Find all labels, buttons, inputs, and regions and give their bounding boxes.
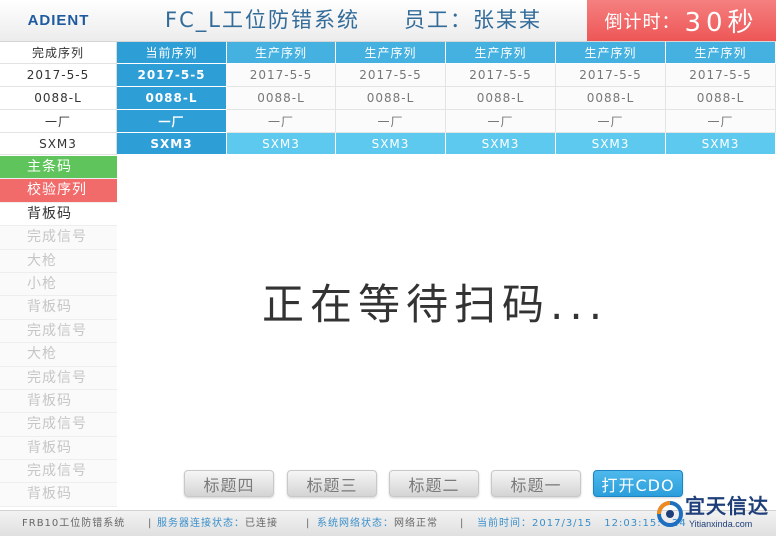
production-date-cell: 2017-5-5 bbox=[227, 64, 336, 87]
watermark-name: 宜天信达 bbox=[685, 494, 769, 518]
production-model-cell: SXM3 bbox=[446, 133, 556, 155]
production-sequence-header: 生产序列 bbox=[556, 42, 666, 64]
network-status-label: 系统网络状态： bbox=[317, 518, 394, 529]
production-date-cell: 2017-5-5 bbox=[336, 64, 446, 87]
current-date: 2017/3/15 bbox=[532, 518, 593, 529]
step-verify-sequence: 校验序列 bbox=[0, 179, 117, 203]
completed-part-cell: 0088-L bbox=[0, 87, 117, 110]
production-part-cell: 0088-L bbox=[336, 87, 446, 110]
production-plant-cell: 一厂 bbox=[556, 110, 666, 133]
footer-separator: | bbox=[306, 518, 311, 529]
current-model-cell: SXM3 bbox=[117, 133, 227, 155]
completed-model-cell: SXM3 bbox=[0, 133, 117, 155]
production-sequence-column-5: 生产序列 2017-5-5 0088-L 一厂 SXM3 bbox=[666, 42, 776, 155]
production-sequence-header: 生产序列 bbox=[336, 42, 446, 64]
step-backplate-code: 背板码 bbox=[0, 436, 117, 461]
production-plant-cell: 一厂 bbox=[666, 110, 776, 133]
step-complete-signal: 完成信号 bbox=[0, 366, 117, 390]
step-complete-signal: 完成信号 bbox=[0, 226, 117, 250]
title-one-button[interactable]: 标题一 bbox=[491, 470, 581, 497]
title-four-button[interactable]: 标题四 bbox=[184, 470, 274, 497]
watermark-icon bbox=[657, 501, 683, 527]
step-large-gun: 大枪 bbox=[0, 343, 117, 367]
header-bar: ADIENT FC_L工位防错系统 员工：张某某 倒计时： 30秒 bbox=[0, 0, 776, 42]
production-model-cell: SXM3 bbox=[336, 133, 446, 155]
step-complete-signal: 完成信号 bbox=[0, 413, 117, 437]
current-time-label: 当前时间： bbox=[477, 518, 532, 529]
check-step-list: 主条码 校验序列 背板码 完成信号 大枪 小枪 背板码 完成信号 大枪 完成信号… bbox=[0, 156, 117, 507]
employee-label: 员工：张某某 bbox=[404, 8, 542, 32]
step-small-gun: 小枪 bbox=[0, 272, 117, 297]
title-three-button[interactable]: 标题三 bbox=[287, 470, 377, 497]
production-sequence-header: 生产序列 bbox=[446, 42, 556, 64]
server-status-label: 服务器连接状态： bbox=[157, 518, 245, 529]
production-sequence-column-2: 生产序列 2017-5-5 0088-L 一厂 SXM3 bbox=[336, 42, 446, 155]
current-time: 当前时间：2017/3/15 12:03:15: bbox=[477, 511, 662, 536]
adient-logo: ADIENT bbox=[0, 0, 117, 41]
system-name: FRB10工位防错系统 bbox=[22, 518, 126, 529]
production-part-cell: 0088-L bbox=[666, 87, 776, 110]
network-status-value: 网络正常 bbox=[394, 518, 438, 529]
current-plant-cell: 一厂 bbox=[117, 110, 227, 133]
completed-sequence-header: 完成序列 bbox=[0, 42, 117, 64]
production-sequence-column-4: 生产序列 2017-5-5 0088-L 一厂 SXM3 bbox=[556, 42, 666, 155]
open-cdo-button[interactable]: 打开CDO bbox=[593, 470, 683, 497]
current-part-cell: 0088-L bbox=[117, 87, 227, 110]
current-clock: 12:03:15: bbox=[604, 518, 662, 529]
footer-separator: | bbox=[148, 518, 153, 529]
server-status: 服务器连接状态：已连接 bbox=[157, 511, 278, 536]
page-title: FC_L工位防错系统 bbox=[165, 8, 360, 32]
completed-sequence-column: 完成序列 2017-5-5 0088-L 一厂 SXM3 bbox=[0, 42, 117, 155]
watermark-logo: 宜天信达 Yitianxinda.com bbox=[655, 494, 773, 534]
current-date-cell: 2017-5-5 bbox=[117, 64, 227, 87]
production-date-cell: 2017-5-5 bbox=[556, 64, 666, 87]
step-complete-signal: 完成信号 bbox=[0, 319, 117, 344]
production-sequence-column-3: 生产序列 2017-5-5 0088-L 一厂 SXM3 bbox=[446, 42, 556, 155]
footer-separator: | bbox=[460, 518, 465, 529]
countdown-value: 30秒 bbox=[684, 8, 759, 38]
step-backplate-code: 背板码 bbox=[0, 483, 117, 507]
production-part-cell: 0088-L bbox=[227, 87, 336, 110]
completed-date-cell: 2017-5-5 bbox=[0, 64, 117, 87]
logo-text: ADIENT bbox=[27, 12, 90, 29]
step-backplate-code: 背板码 bbox=[0, 296, 117, 320]
countdown-label: 倒计时： bbox=[604, 11, 681, 33]
production-date-cell: 2017-5-5 bbox=[446, 64, 556, 87]
watermark-site: Yitianxinda.com bbox=[689, 519, 753, 529]
production-plant-cell: 一厂 bbox=[446, 110, 556, 133]
scan-status-message: 正在等待扫码... bbox=[262, 280, 609, 329]
step-backplate-code: 背板码 bbox=[0, 389, 117, 414]
production-date-cell: 2017-5-5 bbox=[666, 64, 776, 87]
production-part-cell: 0088-L bbox=[446, 87, 556, 110]
production-model-cell: SXM3 bbox=[556, 133, 666, 155]
network-status: 系统网络状态：网络正常 bbox=[317, 511, 438, 536]
production-plant-cell: 一厂 bbox=[336, 110, 446, 133]
current-sequence-header: 当前序列 bbox=[117, 42, 227, 64]
step-backplate-code: 背板码 bbox=[0, 202, 117, 227]
production-model-cell: SXM3 bbox=[666, 133, 776, 155]
step-main-barcode: 主条码 bbox=[0, 156, 117, 180]
production-sequence-header: 生产序列 bbox=[666, 42, 776, 64]
title-two-button[interactable]: 标题二 bbox=[389, 470, 479, 497]
production-model-cell: SXM3 bbox=[227, 133, 336, 155]
production-sequence-column-1: 生产序列 2017-5-5 0088-L 一厂 SXM3 bbox=[227, 42, 336, 155]
countdown-timer: 倒计时： 30秒 bbox=[587, 0, 776, 41]
completed-plant-cell: 一厂 bbox=[0, 110, 117, 133]
step-complete-signal: 完成信号 bbox=[0, 460, 117, 484]
production-sequence-header: 生产序列 bbox=[227, 42, 336, 64]
production-plant-cell: 一厂 bbox=[227, 110, 336, 133]
current-sequence-column: 当前序列 2017-5-5 0088-L 一厂 SXM3 bbox=[117, 42, 227, 155]
production-part-cell: 0088-L bbox=[556, 87, 666, 110]
server-status-value: 已连接 bbox=[245, 518, 278, 529]
step-large-gun: 大枪 bbox=[0, 249, 117, 273]
